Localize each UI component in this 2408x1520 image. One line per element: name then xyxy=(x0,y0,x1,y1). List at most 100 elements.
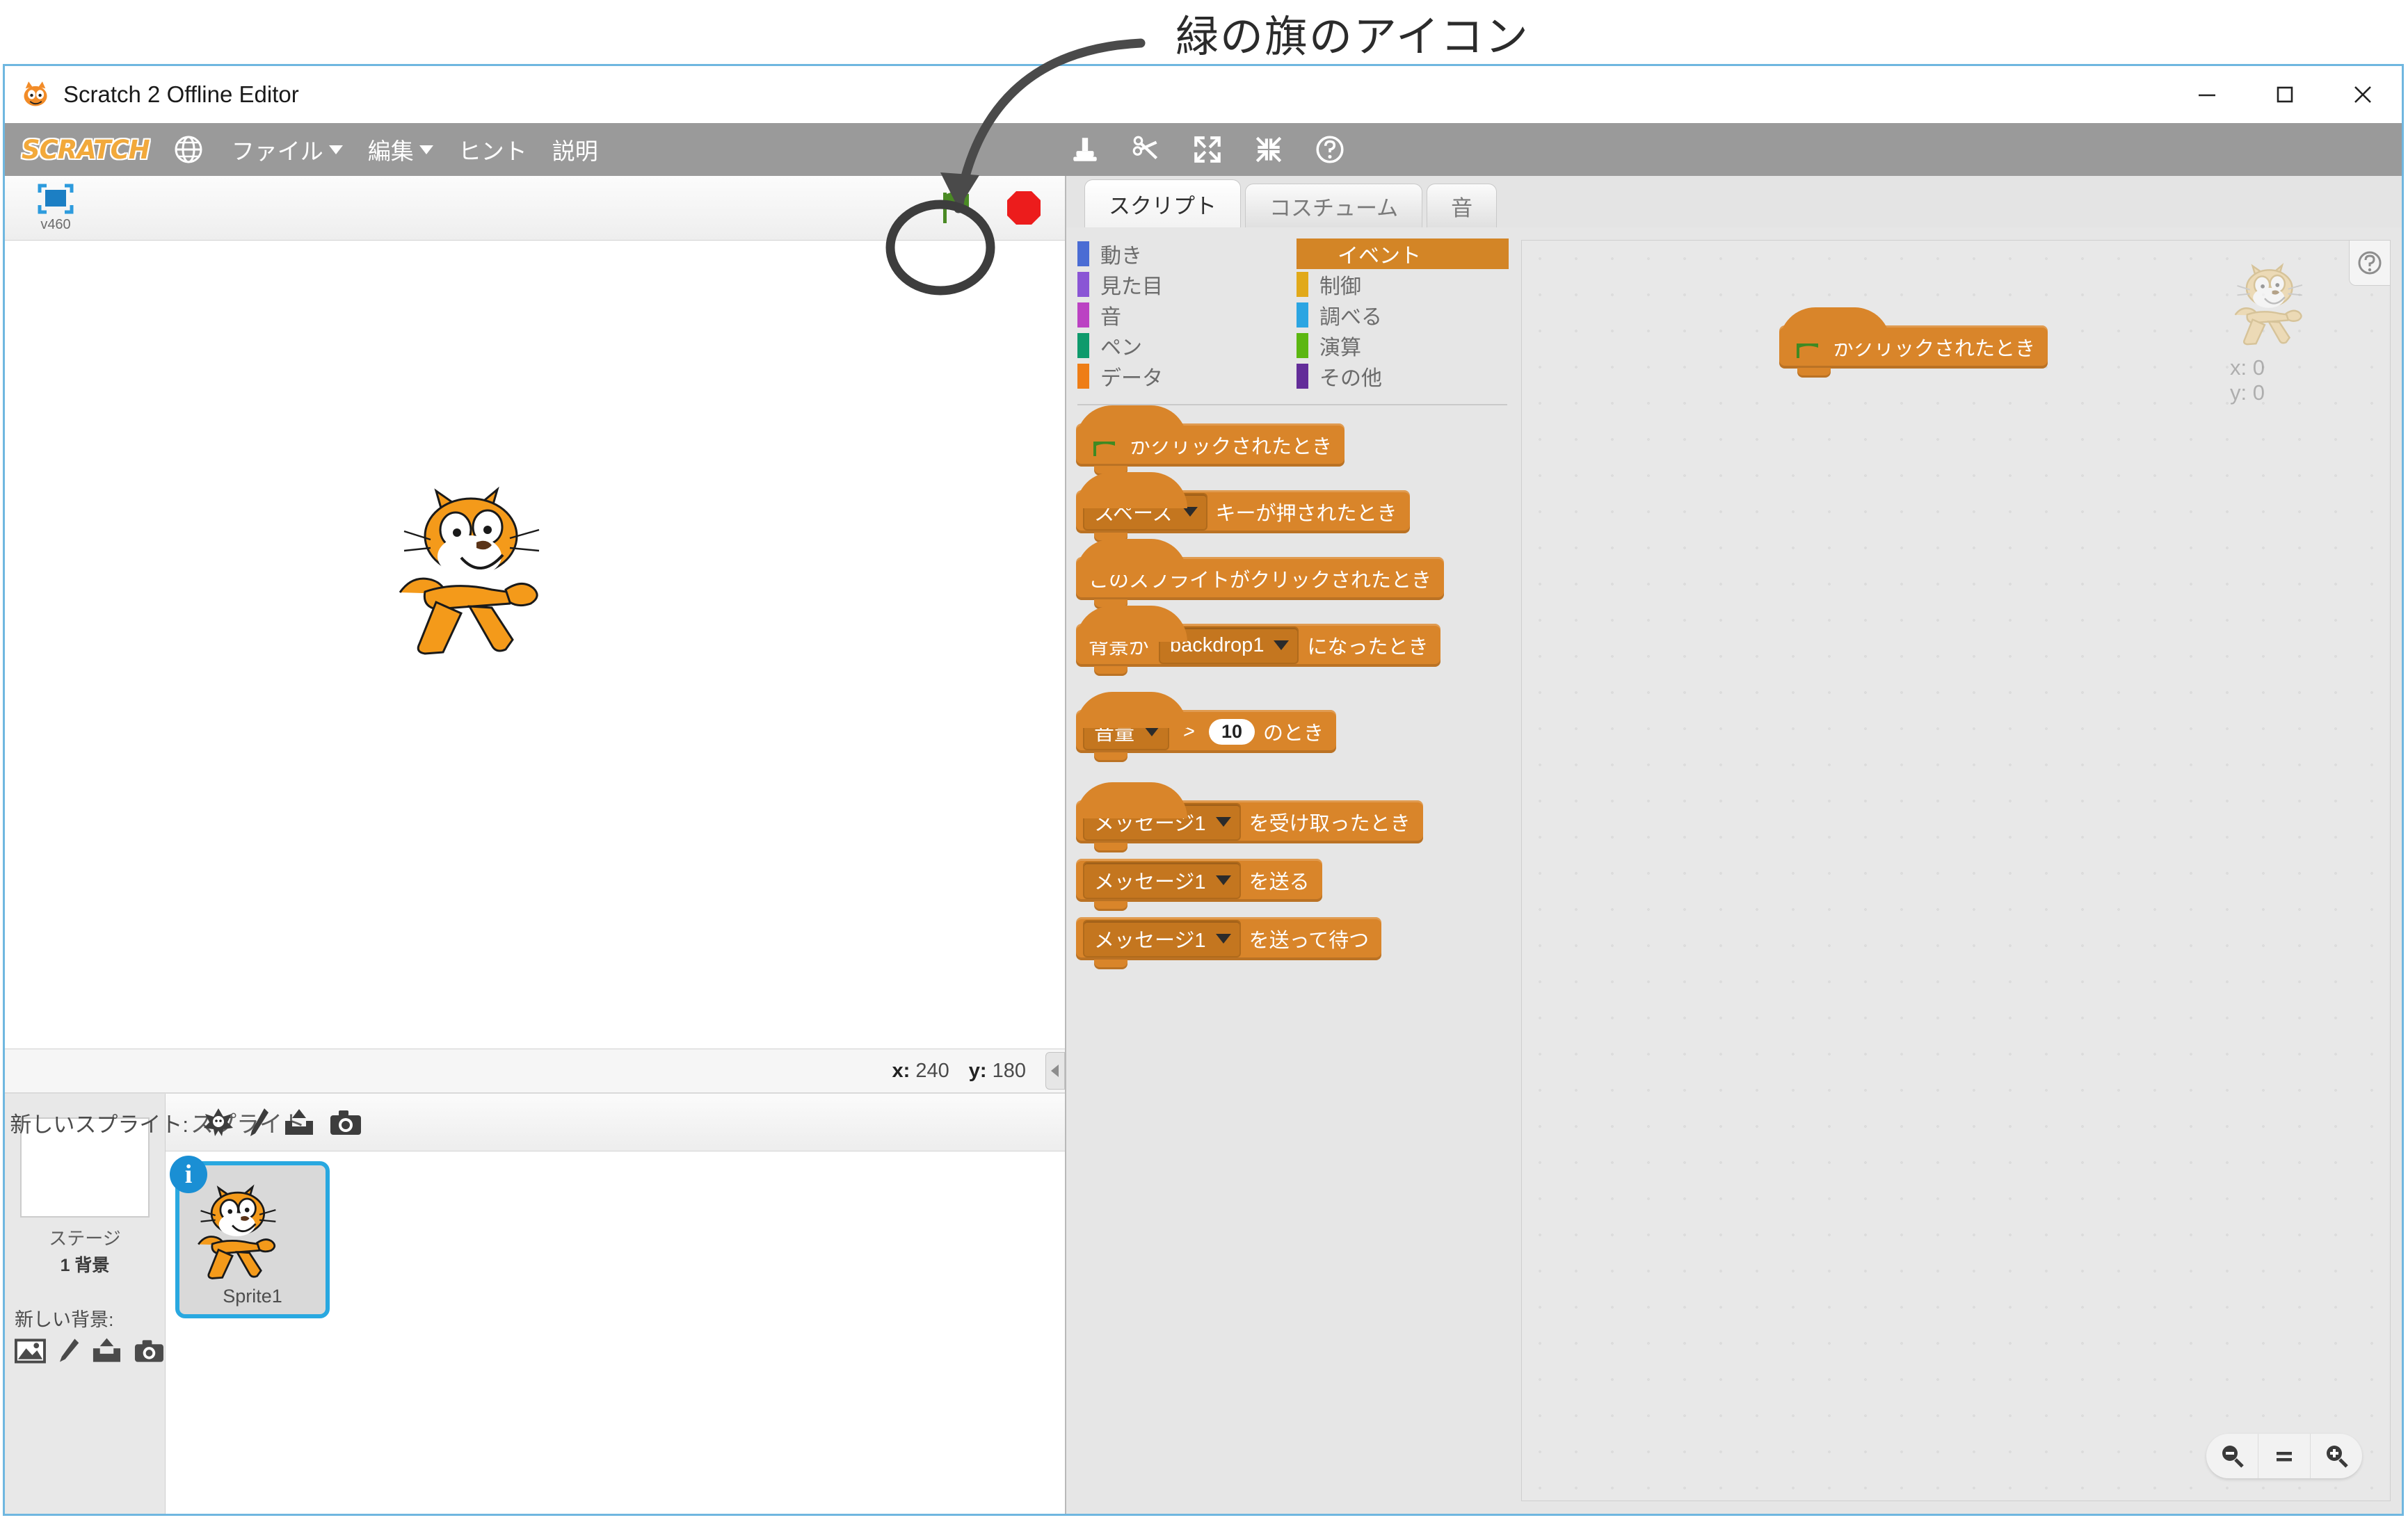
block-row-whengreaterthan: 音量 > 10 のとき xyxy=(1076,692,1518,762)
block-when-this-sprite-clicked[interactable]: このスプライトがクリックされたとき xyxy=(1076,539,1445,609)
workspace-help-button[interactable] xyxy=(2349,241,2390,286)
script-workspace[interactable]: x: 0 y: 0 がクリックされたとき xyxy=(1521,240,2391,1501)
stage-header: v460 xyxy=(5,176,1065,241)
stage-x-value: 240 xyxy=(915,1059,949,1082)
paint-sprite-icon[interactable] xyxy=(248,1107,269,1138)
sprite-info-badge[interactable]: i xyxy=(170,1156,207,1193)
zoom-in-button[interactable] xyxy=(2311,1434,2362,1478)
category-pen[interactable]: ペン xyxy=(1077,330,1290,361)
paint-backdrop-icon[interactable] xyxy=(57,1337,80,1365)
scissors-delete-icon[interactable] xyxy=(1130,134,1162,165)
zoom-reset-button[interactable] xyxy=(2258,1434,2311,1478)
globe-icon[interactable] xyxy=(173,134,204,165)
tab-costumes[interactable]: コスチューム xyxy=(1245,184,1423,227)
category-control-label: 制御 xyxy=(1319,275,1361,298)
upload-backdrop-icon[interactable] xyxy=(91,1337,122,1365)
stage-controls xyxy=(934,176,1044,240)
message-dropdown-value: メッセージ1 xyxy=(1094,813,1206,835)
threshold-input[interactable]: 10 xyxy=(1208,718,1255,745)
message-dropdown[interactable]: メッセージ1 xyxy=(1083,803,1241,841)
category-events[interactable]: イベント xyxy=(1297,238,1509,269)
block-row-whenbackdropswitches: 背景が backdrop1 になったとき xyxy=(1076,606,1518,676)
upload-sprite-icon[interactable] xyxy=(283,1107,315,1138)
tab-scripts[interactable]: スクリプト xyxy=(1084,179,1241,227)
category-operators-label: 演算 xyxy=(1319,337,1361,359)
menu-about[interactable]: 説明 xyxy=(552,133,598,166)
block-when-backdrop-switches[interactable]: 背景が backdrop1 になったとき xyxy=(1076,606,1441,676)
menu-edit[interactable]: 編集 xyxy=(368,133,433,166)
camera-sprite-icon[interactable] xyxy=(329,1107,362,1138)
sensing-color-swatch xyxy=(1297,302,1308,328)
menu-file[interactable]: ファイル xyxy=(232,133,343,166)
green-flag-icon xyxy=(1093,433,1115,456)
tab-sounds-label: 音 xyxy=(1451,195,1473,220)
block-when-key-pressed[interactable]: スペース キーが押されたとき xyxy=(1076,472,1410,542)
stage-canvas[interactable] xyxy=(5,241,1065,1049)
zoom-out-button[interactable] xyxy=(2206,1434,2258,1478)
comparison-operator: > xyxy=(1183,720,1195,743)
category-sensing[interactable]: 調べる xyxy=(1297,300,1509,330)
collapse-left-arrow-icon[interactable] xyxy=(1045,1052,1065,1090)
stage-x-label: x: xyxy=(892,1059,910,1082)
message-dropdown-value: メッセージ1 xyxy=(1094,930,1206,952)
annotation-label: 緑の旗のアイコン xyxy=(1175,14,1530,61)
category-more[interactable]: その他 xyxy=(1297,361,1509,391)
help-icon[interactable] xyxy=(1314,134,1346,165)
menu-edit-label: 編集 xyxy=(367,138,414,164)
workspace-coordinates: x: 0 y: 0 xyxy=(2230,355,2334,405)
block-when-i-receive[interactable]: メッセージ1 を受け取ったとき xyxy=(1076,782,1423,852)
shrink-icon[interactable] xyxy=(1253,134,1285,165)
stage-sprite-cat[interactable] xyxy=(394,470,603,672)
script-block-when-green-flag-clicked[interactable]: がクリックされたとき xyxy=(1779,307,2048,378)
tab-costumes-label: コスチューム xyxy=(1269,195,1399,220)
sprite-library-icon[interactable] xyxy=(202,1107,234,1138)
block-when-green-flag-clicked[interactable]: がクリックされたとき xyxy=(1076,405,1345,476)
stamp-duplicate-icon[interactable] xyxy=(1069,134,1101,165)
menu-file-label: ファイル xyxy=(231,138,323,164)
fullscreen-button[interactable]: v460 xyxy=(26,181,86,233)
key-dropdown[interactable]: スペース xyxy=(1083,493,1207,531)
category-operators[interactable]: 演算 xyxy=(1297,330,1509,361)
category-motion[interactable]: 動き xyxy=(1077,238,1290,269)
app-window: Scratch 2 Offline Editor SCRATCH ファイル 編集… xyxy=(3,64,2404,1516)
sensor-dropdown[interactable]: 音量 xyxy=(1083,713,1170,750)
category-looks[interactable]: 見た目 xyxy=(1077,269,1290,300)
stop-sign-icon[interactable] xyxy=(1004,188,1044,228)
category-control[interactable]: 制御 xyxy=(1297,269,1509,300)
message-dropdown[interactable]: メッセージ1 xyxy=(1083,862,1241,899)
block-palette: 動き イベント 見た目 制御 音 調べる ペン 演算 データ その他 がクリック… xyxy=(1066,227,1518,1514)
title-bar: Scratch 2 Offline Editor xyxy=(5,66,2402,123)
block-broadcast[interactable]: メッセージ1 を送る xyxy=(1076,859,1322,911)
sprite-card-sprite1[interactable]: i Sprite1 xyxy=(170,1156,330,1318)
minimize-button[interactable] xyxy=(2168,66,2246,123)
palette-blocks: がクリックされたとき スペース キーが押されたとき このスプライトがクリックされ… xyxy=(1066,405,1518,969)
menu-tips[interactable]: ヒント xyxy=(458,133,527,166)
workspace-x-coordinate: x: 0 xyxy=(2230,355,2265,380)
sprite-watermark-cat xyxy=(2234,263,2303,346)
block-label: このスプライトがクリックされたとき xyxy=(1089,569,1432,592)
camera-backdrop-icon[interactable] xyxy=(134,1337,165,1365)
block-broadcast-and-wait[interactable]: メッセージ1 を送って待つ xyxy=(1076,917,1382,969)
backdrop-dropdown[interactable]: backdrop1 xyxy=(1159,626,1299,664)
chevron-down-icon xyxy=(1182,507,1198,517)
scratch-logo[interactable]: SCRATCH xyxy=(22,135,150,165)
operators-color-swatch xyxy=(1297,333,1308,358)
new-sprite-label: 新しいスプライト: xyxy=(10,1112,188,1137)
more-color-swatch xyxy=(1297,364,1308,389)
message-dropdown[interactable]: メッセージ1 xyxy=(1083,920,1241,957)
block-row-whenflagclicked: がクリックされたとき xyxy=(1076,405,1518,476)
stage-selector-panel[interactable]: ステージ 1 背景 新しい背景: xyxy=(5,1094,166,1514)
backdrop-library-icon[interactable] xyxy=(15,1337,46,1365)
category-grid: 動き イベント 見た目 制御 音 調べる ペン 演算 データ その他 xyxy=(1066,227,1518,398)
data-color-swatch xyxy=(1077,364,1089,389)
category-sound-label: 音 xyxy=(1100,306,1121,329)
category-sound[interactable]: 音 xyxy=(1077,300,1290,330)
close-button[interactable] xyxy=(2324,66,2402,123)
tab-sounds[interactable]: 音 xyxy=(1427,184,1498,227)
category-data[interactable]: データ xyxy=(1077,361,1290,391)
green-flag-icon[interactable] xyxy=(934,187,977,229)
grow-icon[interactable] xyxy=(1191,134,1223,165)
maximize-button[interactable] xyxy=(2246,66,2324,123)
block-when-greater-than[interactable]: 音量 > 10 のとき xyxy=(1076,692,1337,762)
chevron-down-icon xyxy=(1144,727,1160,736)
